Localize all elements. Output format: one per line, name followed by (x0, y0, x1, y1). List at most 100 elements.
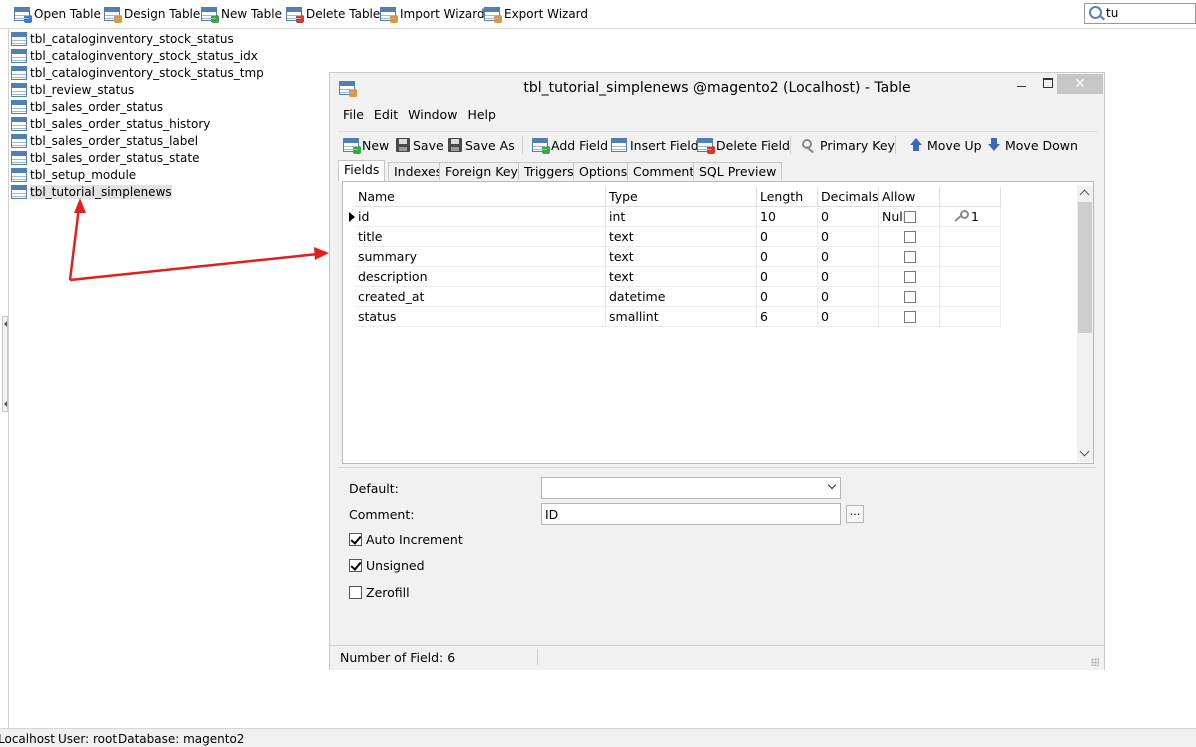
cell-allow-null (879, 307, 940, 327)
delete-field-icon (697, 138, 715, 154)
table-row[interactable]: description text 0 0 (343, 267, 1003, 287)
cell-name[interactable]: title (355, 227, 606, 247)
menu-edit[interactable]: Edit (369, 105, 403, 125)
annotation-arrow-right (69, 252, 319, 282)
tab-sql-preview[interactable]: SQL Preview (693, 162, 783, 180)
unsigned-checkbox[interactable] (349, 559, 362, 572)
zerofill-checkbox[interactable] (349, 586, 362, 599)
cell-length[interactable]: 6 (757, 307, 818, 327)
delete-field-button[interactable]: Delete Field (697, 136, 790, 154)
insert-field-icon (611, 138, 627, 152)
vertical-scrollbar[interactable] (1077, 186, 1093, 462)
allow-null-checkbox[interactable] (904, 231, 916, 243)
allow-null-checkbox[interactable] (904, 291, 916, 303)
cell-length[interactable]: 0 (757, 287, 818, 307)
cell-decimals[interactable]: 0 (818, 287, 879, 307)
cell-name[interactable]: created_at (355, 287, 606, 307)
cell-type[interactable]: int (606, 207, 757, 227)
save-as-label: Save As (465, 137, 515, 153)
move-up-button[interactable]: Move Up (908, 136, 982, 154)
tab-comment[interactable]: Comment (627, 162, 701, 180)
tab-triggers[interactable]: Triggers (518, 162, 580, 180)
column-header-decimals[interactable]: Decimals (818, 187, 879, 207)
cell-length[interactable]: 0 (757, 227, 818, 247)
table-row[interactable]: created_at datetime 0 0 (343, 287, 1003, 307)
default-label: Default: (349, 481, 399, 496)
cell-type[interactable]: smallint (606, 307, 757, 327)
move-up-label: Move Up (927, 137, 982, 153)
save-as-button[interactable]: Save As (448, 136, 515, 154)
allow-null-checkbox[interactable] (904, 271, 916, 283)
save-label: Save (413, 137, 444, 153)
cell-length[interactable]: 0 (757, 247, 818, 267)
cell-decimals[interactable]: 0 (818, 247, 879, 267)
move-down-button[interactable]: Move Down (986, 136, 1078, 154)
default-select[interactable] (541, 477, 841, 499)
cell-decimals[interactable]: 0 (818, 227, 879, 247)
cell-key[interactable] (940, 267, 1001, 287)
allow-null-checkbox[interactable] (904, 311, 916, 323)
cell-key[interactable] (940, 247, 1001, 267)
cell-key[interactable] (940, 287, 1001, 307)
cell-allow-null (879, 267, 940, 287)
column-header-length[interactable]: Length (757, 187, 818, 207)
table-row[interactable]: status smallint 6 0 (343, 307, 1003, 327)
table-row[interactable]: id int 10 0 1 (343, 207, 1003, 227)
cell-name[interactable]: id (355, 207, 606, 227)
allow-null-checkbox[interactable] (904, 211, 916, 223)
resize-grip-icon[interactable] (1091, 658, 1099, 666)
new-button[interactable]: New (343, 136, 389, 154)
window-status-bar: Number of Field: 6 (330, 645, 1104, 670)
cell-type[interactable]: text (606, 247, 757, 267)
cell-decimals[interactable]: 0 (818, 267, 879, 287)
cell-name[interactable]: description (355, 267, 606, 287)
status-connection: Localhost (0, 732, 56, 746)
cell-key[interactable]: 1 (940, 207, 1001, 227)
new-icon (343, 138, 361, 154)
minimize-button[interactable] (1008, 74, 1034, 94)
comment-edit-button[interactable]: ... (846, 505, 864, 523)
auto-increment-checkbox[interactable] (349, 533, 362, 546)
status-database: Database: magento2 (118, 732, 245, 746)
primary-key-order: 1 (971, 209, 979, 224)
scroll-down-icon[interactable] (1079, 446, 1090, 457)
cell-key[interactable] (940, 227, 1001, 247)
cell-type[interactable]: datetime (606, 287, 757, 307)
move-down-label: Move Down (1005, 137, 1078, 153)
column-header-name[interactable]: Name (355, 187, 606, 207)
tab-options[interactable]: Options (573, 162, 634, 180)
cell-decimals[interactable]: 0 (818, 307, 879, 327)
menu-bar: File Edit Window Help (338, 105, 501, 125)
arrowhead-up (74, 198, 86, 213)
menu-file[interactable]: File (338, 105, 369, 125)
cell-decimals[interactable]: 0 (818, 207, 879, 227)
allow-null-checkbox[interactable] (904, 251, 916, 263)
fields-grid: Name Type Length Decimals Allow Null id i… (342, 181, 1094, 464)
cell-type[interactable]: text (606, 227, 757, 247)
scroll-up-icon[interactable] (1079, 189, 1090, 200)
cell-key[interactable] (940, 307, 1001, 327)
cell-type[interactable]: text (606, 267, 757, 287)
table-row[interactable]: summary text 0 0 (343, 247, 1003, 267)
table-row[interactable]: title text 0 0 (343, 227, 1003, 247)
close-button[interactable]: ✕ (1057, 74, 1103, 94)
cell-name[interactable]: summary (355, 247, 606, 267)
primary-key-button[interactable]: Primary Key (801, 136, 895, 154)
cell-length[interactable]: 0 (757, 267, 818, 287)
app-status-bar: Localhost User: root Database: magento2 (0, 728, 1196, 747)
add-field-button[interactable]: Add Field (532, 136, 608, 154)
tab-foreign-keys[interactable]: Foreign Keys (439, 162, 531, 180)
save-button[interactable]: Save (396, 136, 444, 154)
design-toolbar: New Save Save As Add Field Insert Field … (338, 131, 1098, 158)
cell-name[interactable]: status (355, 307, 606, 327)
menu-window[interactable]: Window (403, 105, 462, 125)
column-header-allow-null[interactable]: Allow Null (879, 187, 940, 224)
column-header-type[interactable]: Type (606, 187, 757, 207)
insert-field-button[interactable]: Insert Field (611, 136, 699, 154)
save-icon (396, 138, 410, 152)
comment-input[interactable] (541, 503, 841, 525)
cell-length[interactable]: 10 (757, 207, 818, 227)
menu-help[interactable]: Help (462, 105, 501, 125)
scrollbar-thumb[interactable] (1078, 202, 1092, 333)
tab-fields[interactable]: Fields (338, 160, 386, 181)
